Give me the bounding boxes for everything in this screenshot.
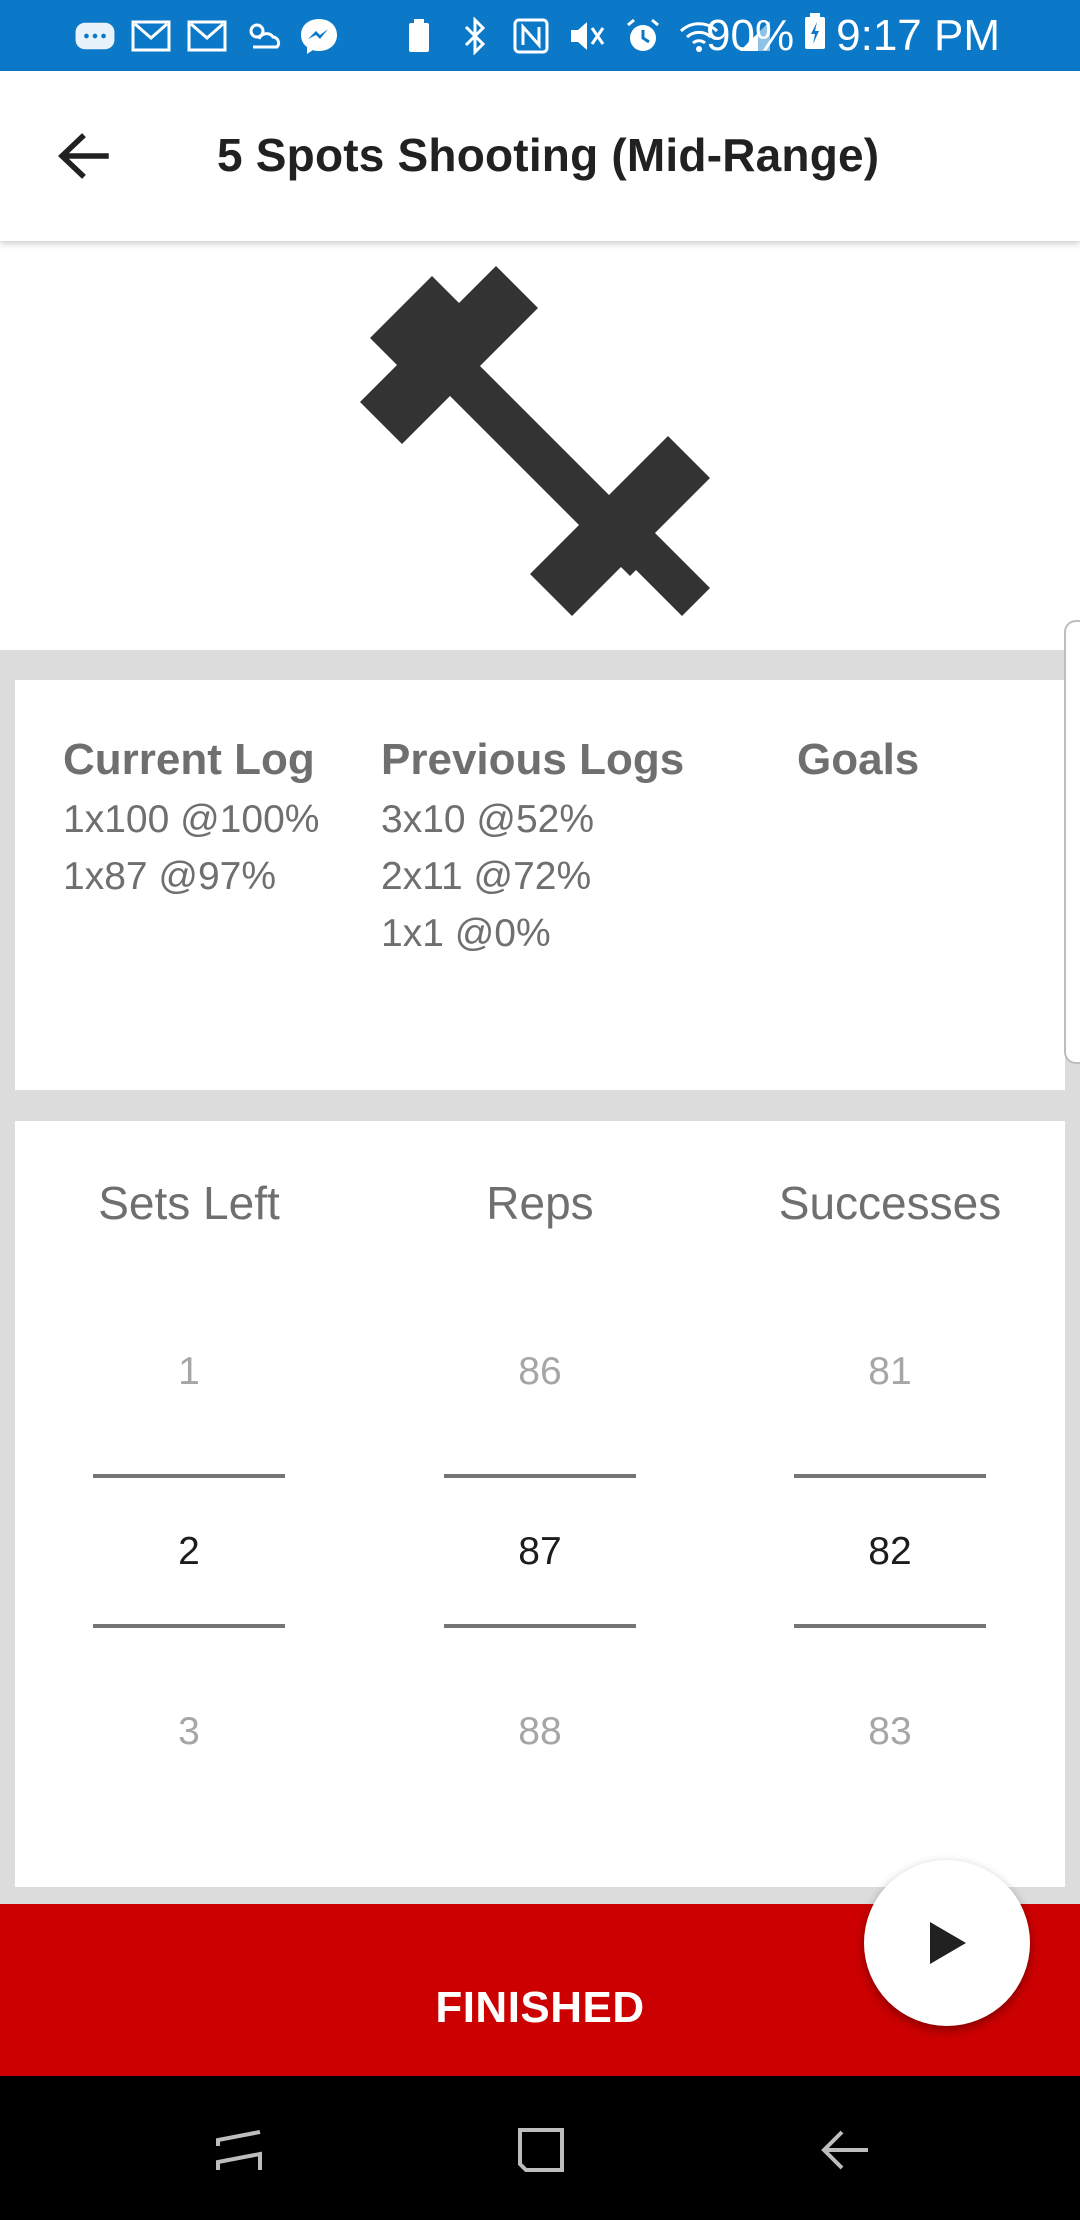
- picker-divider: [93, 1474, 285, 1478]
- app-bar: 5 Spots Shooting (Mid-Range): [0, 71, 1080, 241]
- picker-card: Sets Left 1 2 3 Reps 86 87 88 Successes …: [15, 1121, 1065, 1887]
- recents-icon[interactable]: [210, 2122, 270, 2178]
- back-icon[interactable]: [816, 2122, 876, 2178]
- current-log: Current Log 1x100 @100% 1x87 @97%: [63, 735, 319, 905]
- play-icon: [930, 1922, 966, 1964]
- log-entry: 3x10 @52%: [381, 798, 595, 841]
- picker-divider: [794, 1474, 986, 1478]
- system-nav-bar: [0, 2076, 1080, 2220]
- picker-prev-value[interactable]: 81: [760, 1350, 1020, 1394]
- log-entry: 1x87 @97%: [63, 855, 277, 898]
- home-icon[interactable]: [512, 2122, 572, 2178]
- picker-next-value[interactable]: 88: [410, 1710, 670, 1754]
- sets-left-picker[interactable]: Sets Left 1 2 3: [59, 1121, 319, 1887]
- log-entry: 1x1 @0%: [381, 912, 551, 955]
- status-right: 90% 9:17 PM: [706, 0, 1000, 71]
- play-button[interactable]: [864, 1860, 1030, 2026]
- alarm-icon: [622, 18, 664, 54]
- picker-prev-value[interactable]: 1: [59, 1350, 319, 1394]
- picker-divider: [444, 1624, 636, 1628]
- picker-label: Reps: [486, 1177, 594, 1229]
- messenger-icon: [298, 18, 340, 54]
- picker-divider: [794, 1624, 986, 1628]
- picker-next-value[interactable]: 83: [760, 1710, 1020, 1754]
- exercise-header: [0, 241, 1080, 650]
- dumbbell-icon: [360, 266, 710, 616]
- battery-saver-icon: [398, 18, 440, 54]
- picker-label: Successes: [778, 1177, 1002, 1229]
- previous-logs-heading: Previous Logs: [381, 735, 685, 784]
- mute-icon: [566, 18, 608, 54]
- reps-picker[interactable]: Reps 86 87 88: [410, 1121, 670, 1887]
- battery-charging-icon: [804, 11, 826, 61]
- picker-divider: [444, 1474, 636, 1478]
- picker-label: Sets Left: [98, 1177, 280, 1229]
- arrow-back-icon[interactable]: [54, 129, 114, 183]
- drawer-handle[interactable]: [1064, 620, 1080, 1064]
- gmail-icon: [130, 18, 172, 54]
- goals-heading: Goals: [797, 735, 920, 784]
- messages-icon: [74, 18, 116, 54]
- picker-current-value[interactable]: 2: [59, 1530, 319, 1574]
- successes-picker[interactable]: Successes 81 82 83: [760, 1121, 1020, 1887]
- gmail-icon: [186, 18, 228, 54]
- log-entry: 1x100 @100%: [63, 798, 320, 841]
- goals: Goals: [797, 735, 919, 791]
- page-title: 5 Spots Shooting (Mid-Range): [217, 129, 880, 181]
- battery-percent: 90%: [706, 10, 795, 60]
- log-card: Current Log 1x100 @100% 1x87 @97% Previo…: [15, 680, 1065, 1090]
- status-bar: 90% 9:17 PM: [0, 0, 1080, 71]
- log-entry: 2x11 @72%: [381, 855, 592, 898]
- bluetooth-icon: [454, 17, 496, 55]
- picker-current-value[interactable]: 87: [410, 1530, 670, 1574]
- picker-current-value[interactable]: 82: [760, 1530, 1020, 1574]
- picker-divider: [93, 1624, 285, 1628]
- notification-icons: [74, 10, 776, 62]
- current-log-heading: Current Log: [63, 735, 315, 784]
- picker-prev-value[interactable]: 86: [410, 1350, 670, 1394]
- clock: 9:17 PM: [836, 10, 1000, 60]
- picker-next-value[interactable]: 3: [59, 1710, 319, 1754]
- previous-logs: Previous Logs 3x10 @52% 2x11 @72% 1x1 @0…: [381, 735, 684, 962]
- nfc-icon: [510, 18, 552, 54]
- weather-icon: [242, 18, 284, 54]
